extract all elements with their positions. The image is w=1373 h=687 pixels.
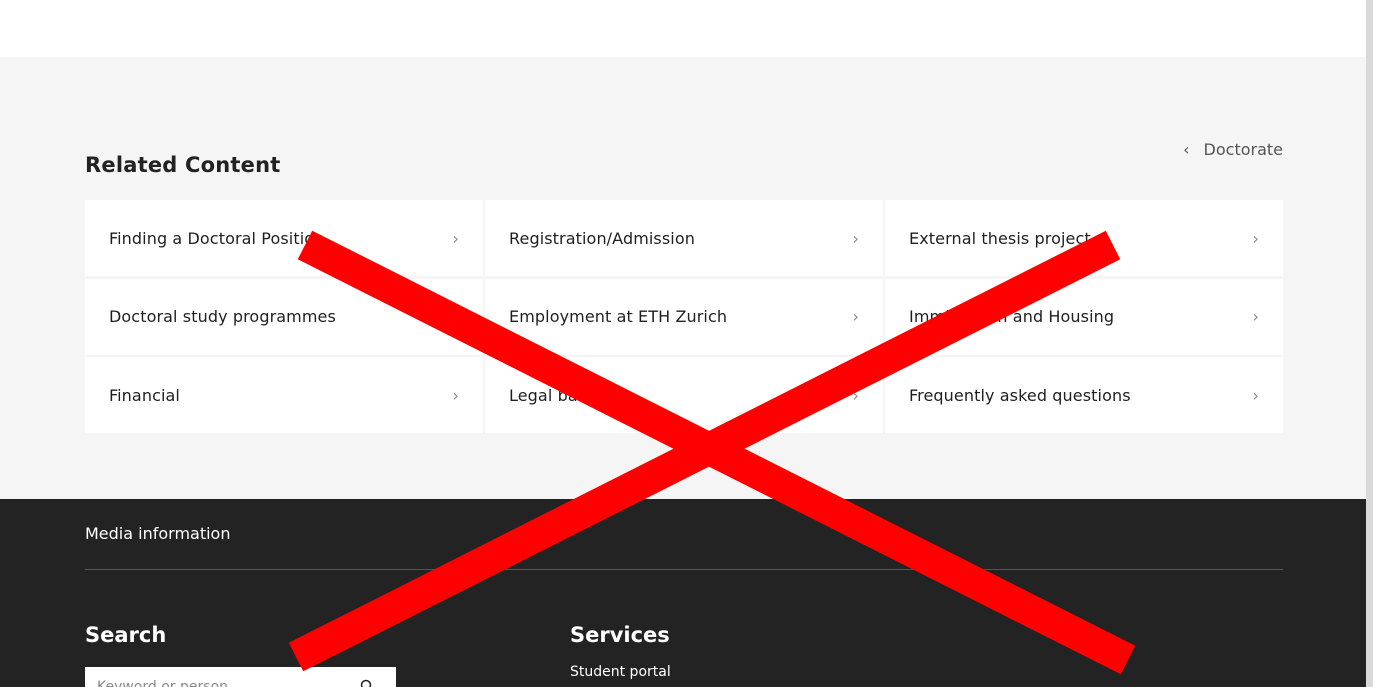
related-card-external-thesis-project[interactable]: External thesis project › bbox=[885, 200, 1283, 276]
chevron-right-icon: › bbox=[852, 307, 859, 326]
footer-search-heading: Search bbox=[85, 623, 167, 647]
card-label: Financial bbox=[109, 385, 180, 405]
card-label: Frequently asked questions bbox=[909, 385, 1131, 405]
related-card-registration-admission[interactable]: Registration/Admission › bbox=[485, 200, 883, 276]
related-card-finding-doctoral-position[interactable]: Finding a Doctoral Position › bbox=[85, 200, 483, 276]
chevron-right-icon: › bbox=[1252, 385, 1259, 405]
card-label: Employment at ETH Zurich bbox=[509, 307, 728, 326]
related-card-doctoral-study-programmes[interactable]: Doctoral study programmes bbox=[85, 278, 483, 355]
site-footer: Media information Search Services Studen… bbox=[0, 499, 1366, 687]
footer-search-box bbox=[85, 667, 396, 687]
related-content-title: Related Content bbox=[85, 153, 281, 177]
chevron-right-icon: › bbox=[452, 228, 459, 248]
page-scrollbar[interactable] bbox=[1366, 0, 1373, 687]
chevron-right-icon: › bbox=[452, 385, 459, 405]
related-card-financial[interactable]: Financial › bbox=[85, 357, 483, 433]
card-label: Finding a Doctoral Position bbox=[109, 228, 325, 248]
chevron-right-icon: › bbox=[852, 228, 859, 248]
footer-services-heading: Services bbox=[570, 623, 670, 647]
related-card-faq[interactable]: Frequently asked questions › bbox=[885, 357, 1283, 433]
related-card-employment-eth[interactable]: Employment at ETH Zurich › bbox=[485, 278, 883, 355]
search-icon[interactable] bbox=[360, 679, 374, 687]
card-label: Registration/Admission bbox=[509, 228, 695, 248]
back-to-doctorate-link[interactable]: ‹ Doctorate bbox=[1183, 140, 1283, 159]
card-label: Immigration and Housing bbox=[909, 307, 1115, 326]
search-input[interactable] bbox=[97, 679, 347, 687]
card-label: Legal basis bbox=[509, 385, 600, 405]
chevron-left-icon: ‹ bbox=[1183, 140, 1190, 159]
card-label: Doctoral study programmes bbox=[109, 307, 336, 326]
related-content-section: Related Content ‹ Doctorate Finding a Do… bbox=[0, 57, 1366, 499]
chevron-right-icon: › bbox=[1252, 228, 1259, 248]
related-card-immigration-housing[interactable]: Immigration and Housing › bbox=[885, 278, 1283, 355]
related-content-grid: Finding a Doctoral Position › Registrati… bbox=[85, 200, 1283, 433]
related-card-legal-basis[interactable]: Legal basis › bbox=[485, 357, 883, 433]
media-information-link[interactable]: Media information bbox=[85, 524, 230, 543]
top-band bbox=[0, 0, 1366, 57]
student-portal-link[interactable]: Student portal bbox=[570, 664, 671, 680]
footer-divider bbox=[85, 569, 1283, 570]
chevron-right-icon: › bbox=[1252, 307, 1259, 326]
chevron-right-icon: › bbox=[852, 385, 859, 405]
card-label: External thesis project bbox=[909, 228, 1091, 248]
back-link-label: Doctorate bbox=[1203, 140, 1283, 159]
